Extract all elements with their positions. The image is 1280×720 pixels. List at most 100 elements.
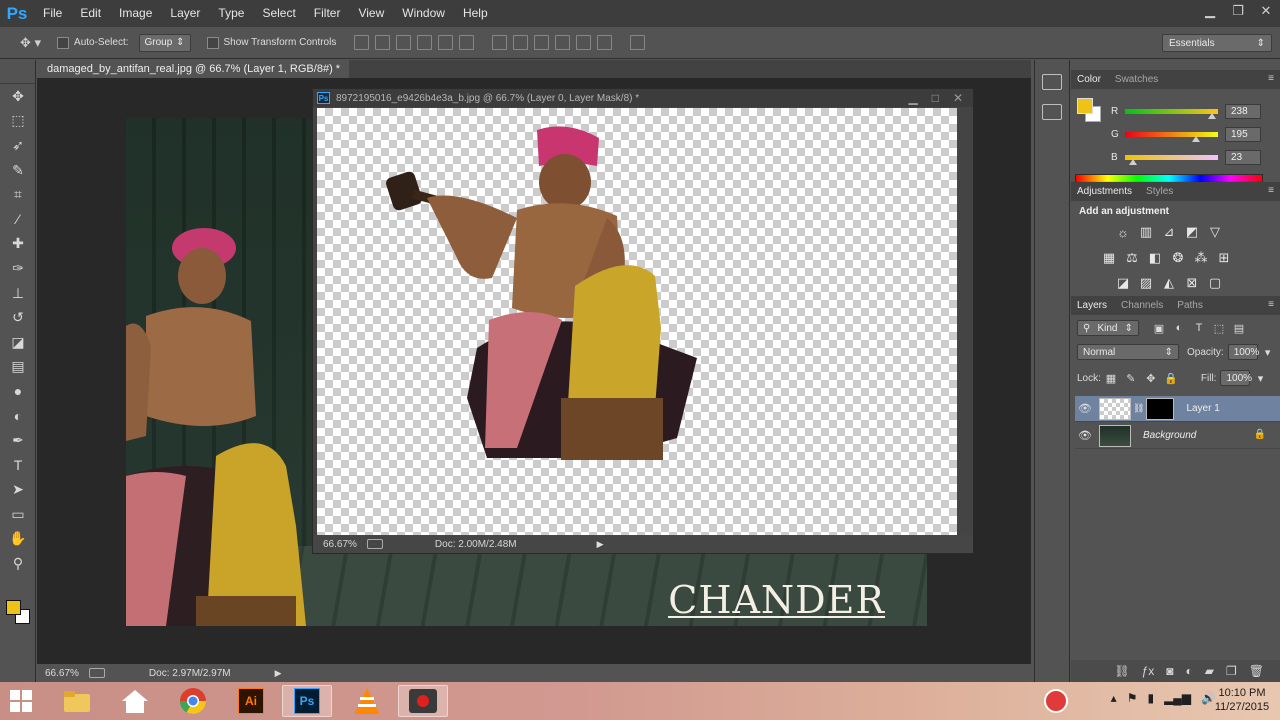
brightness-contrast-icon[interactable]: ☼	[1115, 224, 1131, 240]
status-menu-arrow-icon[interactable]: ▶	[597, 539, 604, 550]
auto-select-checkbox[interactable]	[57, 36, 70, 49]
visibility-eye-icon[interactable]: 👁	[1075, 429, 1095, 442]
transparent-canvas[interactable]	[317, 108, 957, 536]
zoom-tool-icon[interactable]: ⚲	[0, 551, 36, 576]
document-tab[interactable]: damaged_by_antifan_real.jpg @ 66.7% (Lay…	[37, 60, 349, 93]
distribute-top-icon[interactable]	[492, 35, 508, 50]
blue-slider[interactable]	[1125, 155, 1218, 160]
restore-button[interactable]: ❐	[1224, 0, 1252, 22]
auto-align-icon[interactable]	[630, 35, 646, 50]
tab-styles[interactable]: Styles	[1146, 186, 1173, 197]
layer-name[interactable]: Background	[1143, 430, 1196, 441]
menu-edit[interactable]: Edit	[71, 0, 110, 27]
lasso-tool-icon[interactable]: ➶	[0, 133, 36, 158]
menu-select[interactable]: Select	[253, 0, 304, 27]
network-icon[interactable]: ▂▄▆	[1164, 691, 1191, 705]
quick-select-tool-icon[interactable]: ✎	[0, 158, 36, 183]
file-explorer-icon[interactable]	[52, 685, 102, 717]
blur-tool-icon[interactable]: ●	[0, 379, 36, 404]
align-top-icon[interactable]	[354, 35, 370, 50]
selective-color-icon[interactable]: ▢	[1207, 275, 1223, 291]
path-select-icon[interactable]: ➤	[0, 478, 36, 503]
filter-shape-icon[interactable]: ⬚	[1209, 322, 1229, 335]
eyedropper-tool-icon[interactable]: ⁄	[0, 207, 36, 232]
power-icon[interactable]: ▮	[1147, 691, 1154, 705]
history-panel-icon[interactable]	[1042, 74, 1062, 90]
illustrator-icon[interactable]: Ai	[226, 685, 276, 717]
new-group-icon[interactable]: ▰	[1205, 664, 1214, 678]
floating-doc-size[interactable]: Doc: 2.00M/2.48M	[435, 539, 517, 550]
healing-brush-icon[interactable]: ✚	[0, 232, 36, 257]
delete-layer-icon[interactable]: 🗑	[1249, 664, 1264, 678]
lock-transparency-icon[interactable]: ▦	[1101, 372, 1121, 385]
align-hcenter-icon[interactable]	[438, 35, 454, 50]
antivirus-tray-icon[interactable]	[1036, 685, 1076, 717]
color-balance-icon[interactable]: ⚖	[1124, 250, 1140, 266]
filter-pixel-icon[interactable]: ▣	[1149, 322, 1169, 335]
new-layer-icon[interactable]: ❐	[1226, 664, 1237, 678]
crop-tool-icon[interactable]: ⌗	[0, 182, 36, 207]
eraser-tool-icon[interactable]: ◪	[0, 330, 36, 355]
distribute-vcenter-icon[interactable]	[513, 35, 529, 50]
main-zoom-level[interactable]: 66.67%	[45, 668, 79, 679]
fill-field[interactable]: 100%	[1220, 370, 1252, 386]
distribute-right-icon[interactable]	[597, 35, 613, 50]
tab-swatches[interactable]: Swatches	[1115, 74, 1158, 85]
auto-select-dropdown[interactable]: Group ⇕	[138, 33, 191, 52]
blue-slider-thumb[interactable]	[1129, 159, 1138, 165]
fill-slider-arrow-icon[interactable]: ▾	[1250, 372, 1270, 385]
clone-stamp-icon[interactable]: ⊥	[0, 281, 36, 306]
green-value-field[interactable]: 195	[1225, 127, 1261, 142]
layer-name[interactable]: Layer 1	[1186, 403, 1219, 414]
share-icon[interactable]	[88, 668, 105, 678]
brush-tool-icon[interactable]: ✑	[0, 256, 36, 281]
add-mask-icon[interactable]: ◙	[1166, 664, 1173, 678]
lock-position-icon[interactable]: ✥	[1141, 372, 1161, 385]
align-right-icon[interactable]	[459, 35, 475, 50]
tools-grip[interactable]	[0, 60, 35, 84]
panel-menu-icon[interactable]: ≡	[1268, 299, 1274, 310]
filter-adjustment-icon[interactable]: ◐	[1169, 322, 1189, 334]
blue-value-field[interactable]: 23	[1225, 150, 1261, 165]
taskbar-clock[interactable]: 10:10 PM 11/27/2015	[1214, 686, 1270, 714]
panel-menu-icon[interactable]: ≡	[1268, 185, 1274, 196]
photo-filter-icon[interactable]: ❂	[1170, 250, 1186, 266]
share-icon[interactable]	[366, 539, 383, 549]
layer-mask-thumbnail[interactable]	[1146, 397, 1175, 420]
invert-icon[interactable]: ◪	[1115, 275, 1131, 291]
align-left-icon[interactable]	[417, 35, 433, 50]
layer-row-layer-1[interactable]: 👁 ⛓ Layer 1	[1075, 396, 1280, 422]
visibility-eye-icon[interactable]: 👁	[1075, 402, 1095, 415]
action-center-icon[interactable]: ⚑	[1127, 691, 1138, 705]
align-bottom-icon[interactable]	[396, 35, 412, 50]
distribute-bottom-icon[interactable]	[534, 35, 550, 50]
lock-image-icon[interactable]: ✎	[1121, 372, 1141, 385]
tab-adjustments[interactable]: Adjustments	[1077, 186, 1132, 197]
gradient-map-icon[interactable]: ⊠	[1184, 275, 1200, 291]
lock-all-icon[interactable]: 🔒	[1161, 372, 1181, 385]
menu-view[interactable]: View	[349, 0, 393, 27]
layer-row-background[interactable]: 👁 Background 🔒	[1075, 423, 1280, 449]
filter-smart-object-icon[interactable]: ▤	[1229, 322, 1249, 335]
distribute-hcenter-icon[interactable]	[576, 35, 592, 50]
tab-paths[interactable]: Paths	[1177, 300, 1203, 311]
opacity-field[interactable]: 100%	[1227, 344, 1259, 360]
floating-document-window[interactable]: Ps 8972195016_e9426b4e3a_b.jpg @ 66.7% (…	[312, 88, 974, 554]
exposure-icon[interactable]: ◩	[1184, 224, 1200, 240]
curves-icon[interactable]: ⊿	[1161, 224, 1177, 240]
start-button[interactable]	[6, 686, 36, 716]
green-slider[interactable]	[1125, 132, 1218, 137]
floating-zoom-level[interactable]: 66.67%	[323, 539, 357, 550]
threshold-icon[interactable]: ◭	[1161, 275, 1177, 291]
layer-style-icon[interactable]: ƒx	[1142, 664, 1155, 678]
new-adjustment-layer-icon[interactable]: ◐	[1186, 664, 1193, 678]
transform-controls-checkbox[interactable]	[206, 36, 219, 49]
layer-filter-dropdown[interactable]: ⚲ Kind ⇕	[1077, 320, 1139, 336]
green-slider-thumb[interactable]	[1192, 136, 1201, 142]
move-tool-icon[interactable]: ✥ ▾	[20, 35, 41, 51]
menu-image[interactable]: Image	[110, 0, 161, 27]
color-foreground-swatch[interactable]	[1077, 98, 1093, 114]
workspace-dropdown[interactable]: Essentials ⇕	[1162, 34, 1272, 52]
close-button[interactable]: ✕	[1252, 0, 1280, 22]
link-layers-icon[interactable]: ⛓	[1114, 664, 1129, 678]
